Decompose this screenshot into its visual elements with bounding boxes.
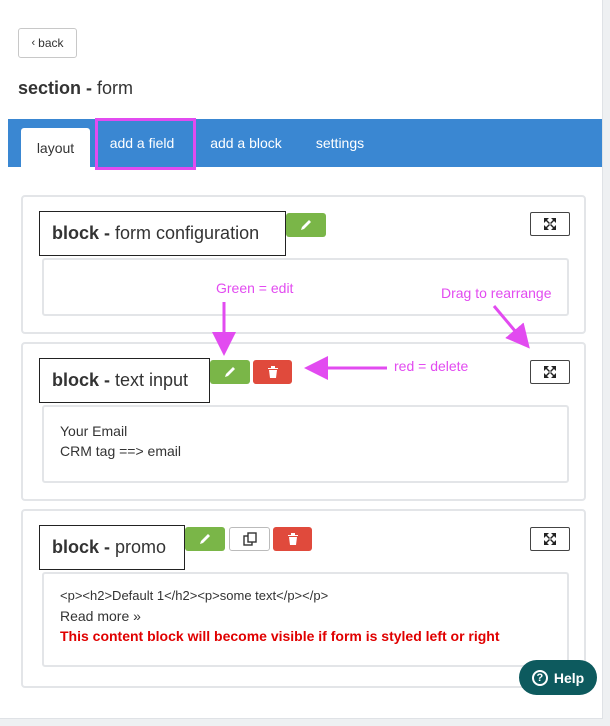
- arrow-to-drag: [492, 305, 530, 349]
- help-button[interactable]: ? Help: [519, 660, 597, 695]
- help-label: Help: [553, 669, 585, 686]
- question-circle-icon: ?: [531, 669, 548, 686]
- annotation-arrows: [212, 302, 530, 380]
